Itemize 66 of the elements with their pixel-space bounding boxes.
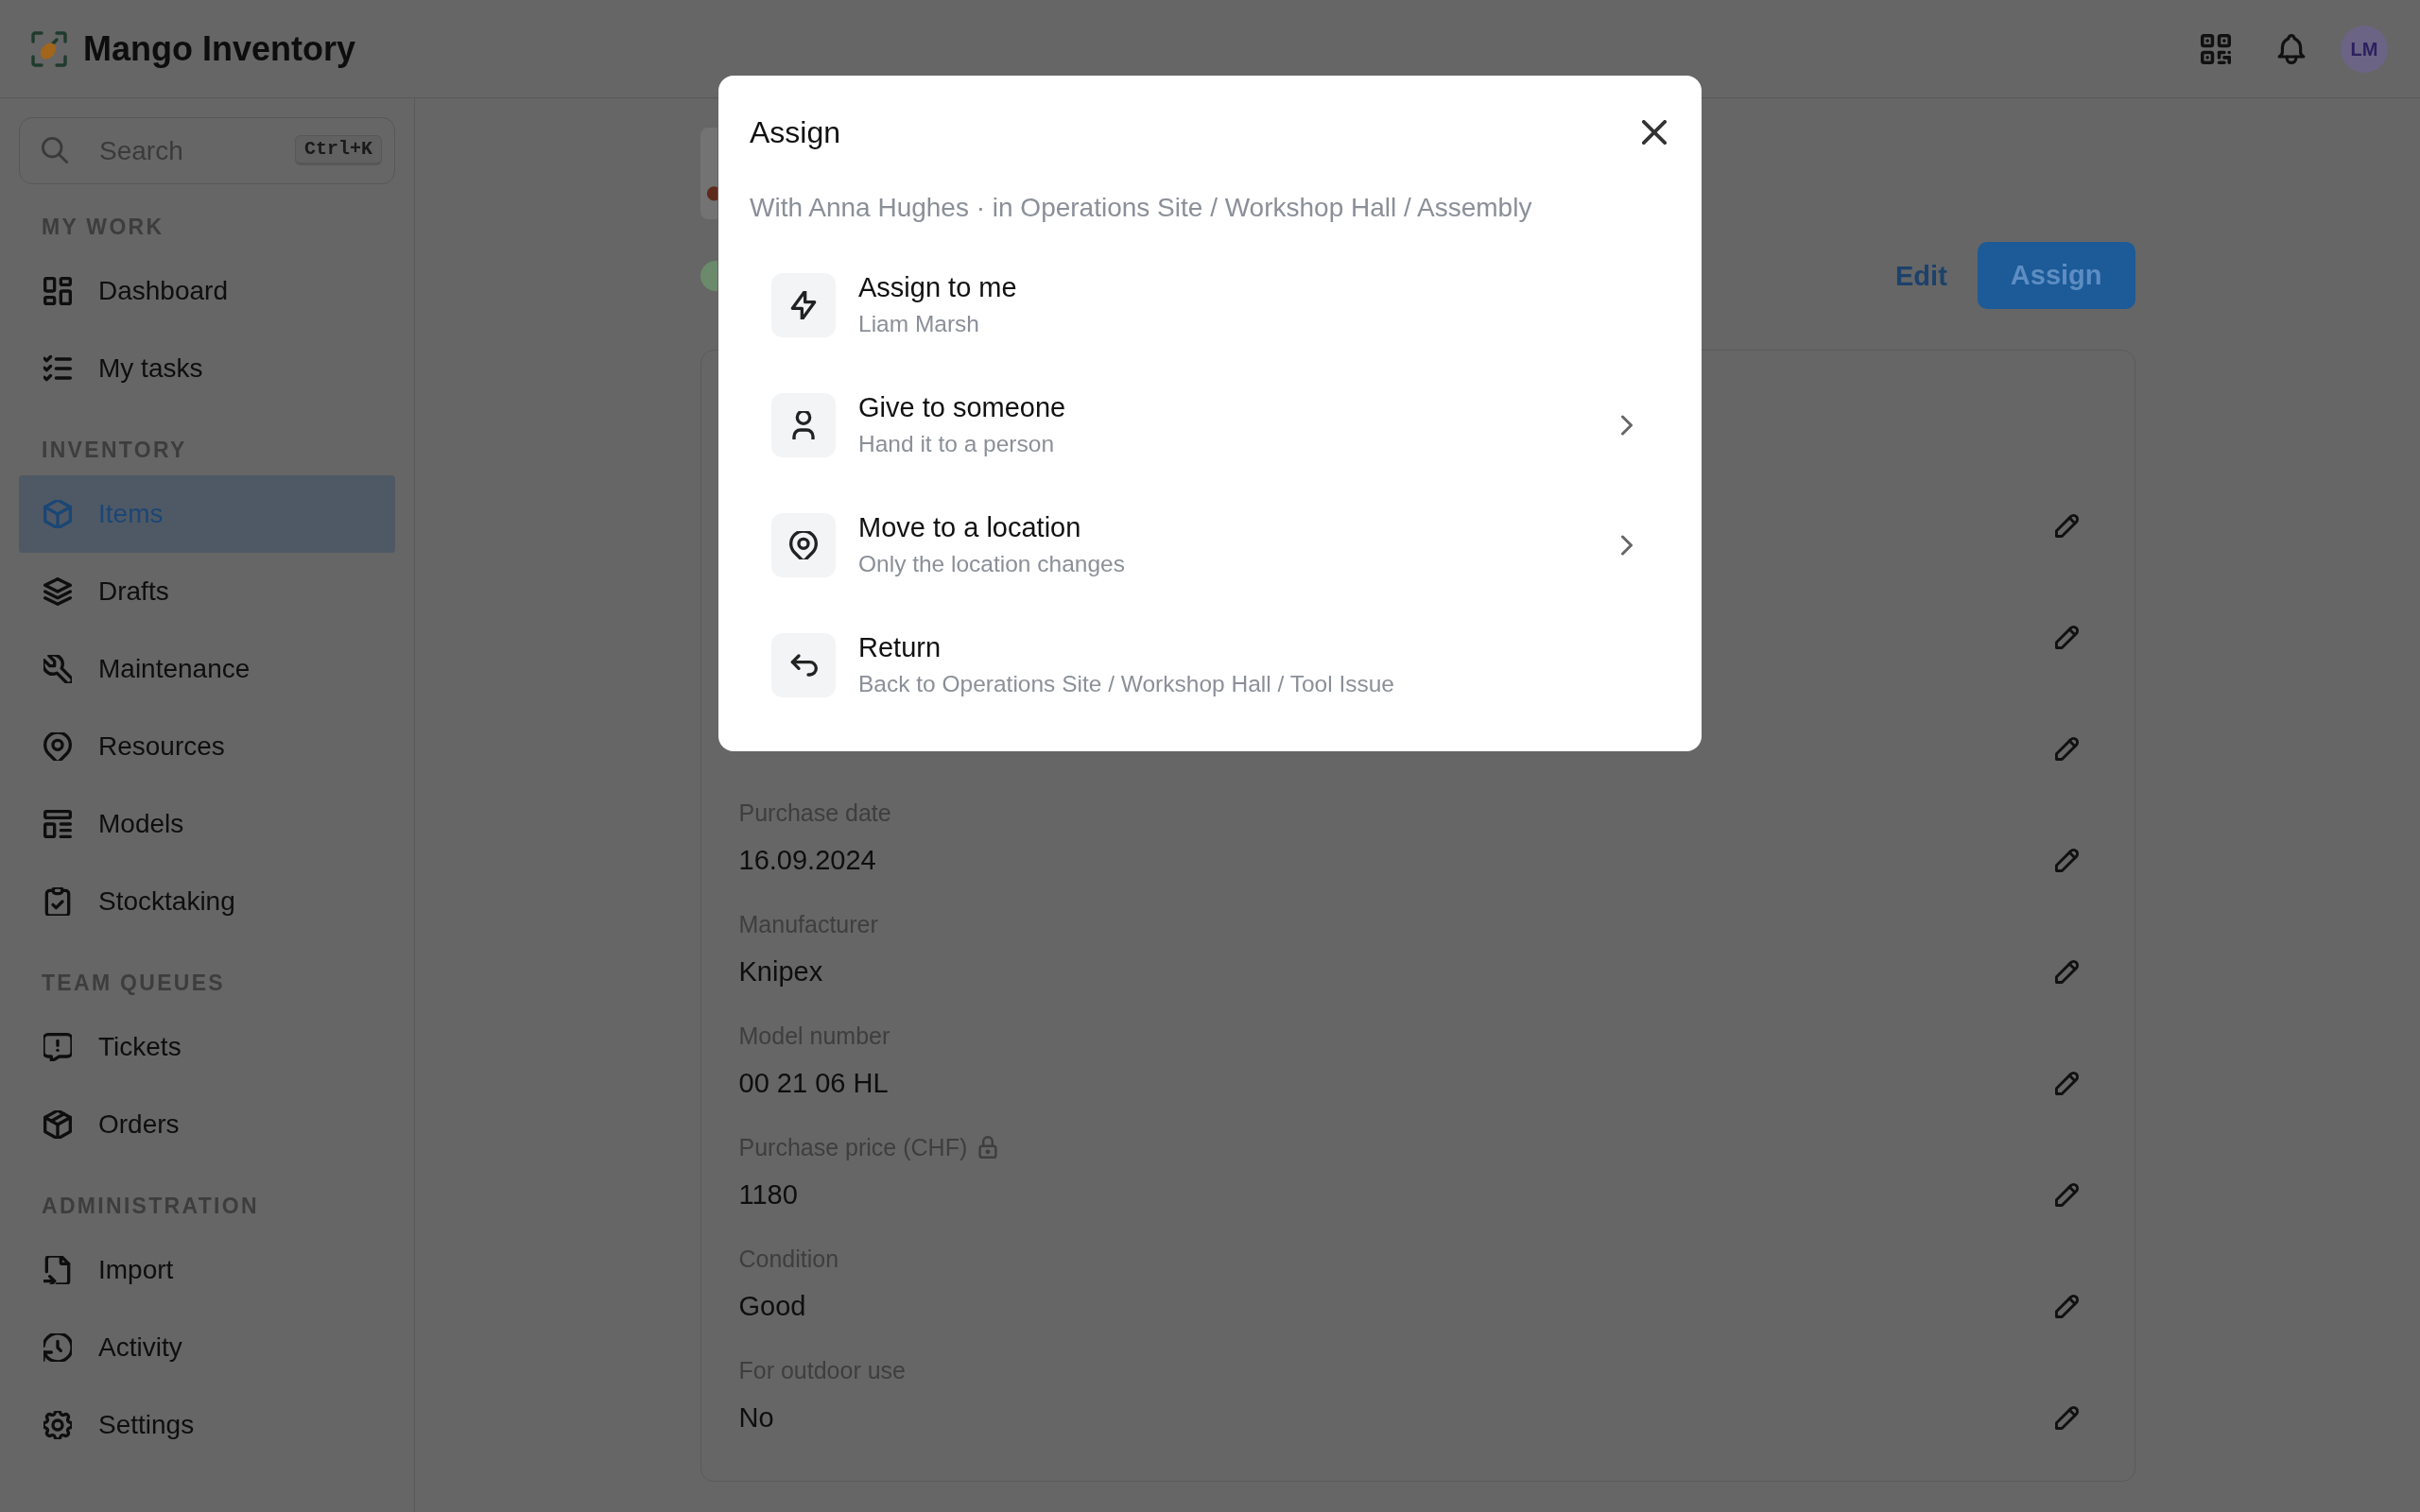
pencil-icon[interactable] (2054, 1182, 2080, 1207)
option-description: Back to Operations Site / Workshop Hall / Tool Issue (858, 670, 1394, 698)
field-value: Good (738, 1290, 806, 1323)
edit-link[interactable]: Edit (1873, 256, 1970, 295)
logo-icon (30, 29, 68, 68)
pencil-icon[interactable] (2054, 625, 2080, 649)
status-indicator (700, 260, 717, 291)
bell-icon[interactable] (2276, 33, 2307, 64)
qr-code-icon[interactable] (2201, 33, 2231, 64)
option-title[interactable]: Assign to me (858, 270, 1017, 304)
nav-item[interactable]: Maintenance (19, 630, 395, 708)
layers-icon (43, 577, 72, 606)
field-value: 1180 (738, 1178, 798, 1211)
pencil-icon[interactable] (2054, 1294, 2080, 1318)
lightning-icon (771, 272, 836, 337)
settings-icon (43, 1411, 72, 1439)
pencil-icon[interactable] (2054, 959, 2080, 984)
nav-item[interactable]: Drafts (19, 553, 395, 630)
nav-item[interactable]: Stocktaking (19, 863, 395, 940)
cube-icon (43, 500, 72, 528)
alert-message-icon (43, 1033, 72, 1061)
pencil-icon[interactable] (2054, 1071, 2080, 1095)
option-description: Only the location changes (858, 550, 1125, 578)
pencil-icon[interactable] (2054, 736, 2080, 761)
shortcut-key: Ctrl+K (295, 135, 382, 165)
nav-item[interactable]: Dashboard (19, 252, 395, 330)
dialog-subtitle: With Anna Hughes · in Operations Site / Workshop Hall / Assembly (750, 192, 1532, 224)
person-icon (771, 392, 836, 457)
field-value: Knipex (738, 955, 823, 988)
assign-button[interactable]: Assign (1977, 242, 2135, 309)
package-icon (43, 1110, 72, 1139)
nav-item[interactable]: Import (19, 1231, 395, 1309)
close-icon[interactable] (1642, 120, 1667, 145)
nav-item[interactable]: My tasks (19, 330, 395, 407)
field-value: No (738, 1401, 774, 1435)
map-pin-icon (43, 732, 72, 761)
nav-item[interactable]: Resources (19, 708, 395, 785)
option-title[interactable]: Move to a location (858, 510, 1081, 544)
app-title: Mango Inventory (83, 27, 356, 70)
map-pin-icon (771, 512, 836, 577)
chevron-right-icon[interactable] (1621, 413, 1633, 437)
nav-item[interactable]: Models (19, 785, 395, 863)
pencil-icon[interactable] (2054, 1405, 2080, 1430)
nav-item[interactable]: Tickets (19, 1008, 395, 1086)
history-icon (43, 1333, 72, 1362)
nav-item[interactable]: Settings (19, 1386, 395, 1464)
wrench-icon (43, 655, 72, 683)
option-title[interactable]: Give to someone (858, 390, 1066, 424)
field-value: 16.09.2024 (738, 844, 876, 877)
pencil-icon[interactable] (2054, 848, 2080, 872)
option-description: Liam Marsh (858, 310, 979, 338)
avatar[interactable]: LM (2341, 25, 2388, 73)
clipboard-check-icon (43, 887, 72, 916)
option-title[interactable]: Return (858, 630, 942, 664)
chevron-right-icon[interactable] (1621, 533, 1633, 557)
pencil-icon[interactable] (2054, 513, 2080, 538)
option-description: Hand it to a person (858, 430, 1055, 458)
nav-item[interactable]: Activity (19, 1309, 395, 1386)
checklist-icon (43, 354, 72, 383)
file-arrow-icon (43, 1256, 72, 1284)
search-icon (42, 137, 68, 163)
field-value: 00 21 06 HL (738, 1067, 889, 1100)
nav-item[interactable]: Orders (19, 1086, 395, 1163)
layout-icon (43, 810, 72, 838)
grid-icon (43, 277, 72, 305)
dialog-title: Assign (750, 114, 841, 151)
